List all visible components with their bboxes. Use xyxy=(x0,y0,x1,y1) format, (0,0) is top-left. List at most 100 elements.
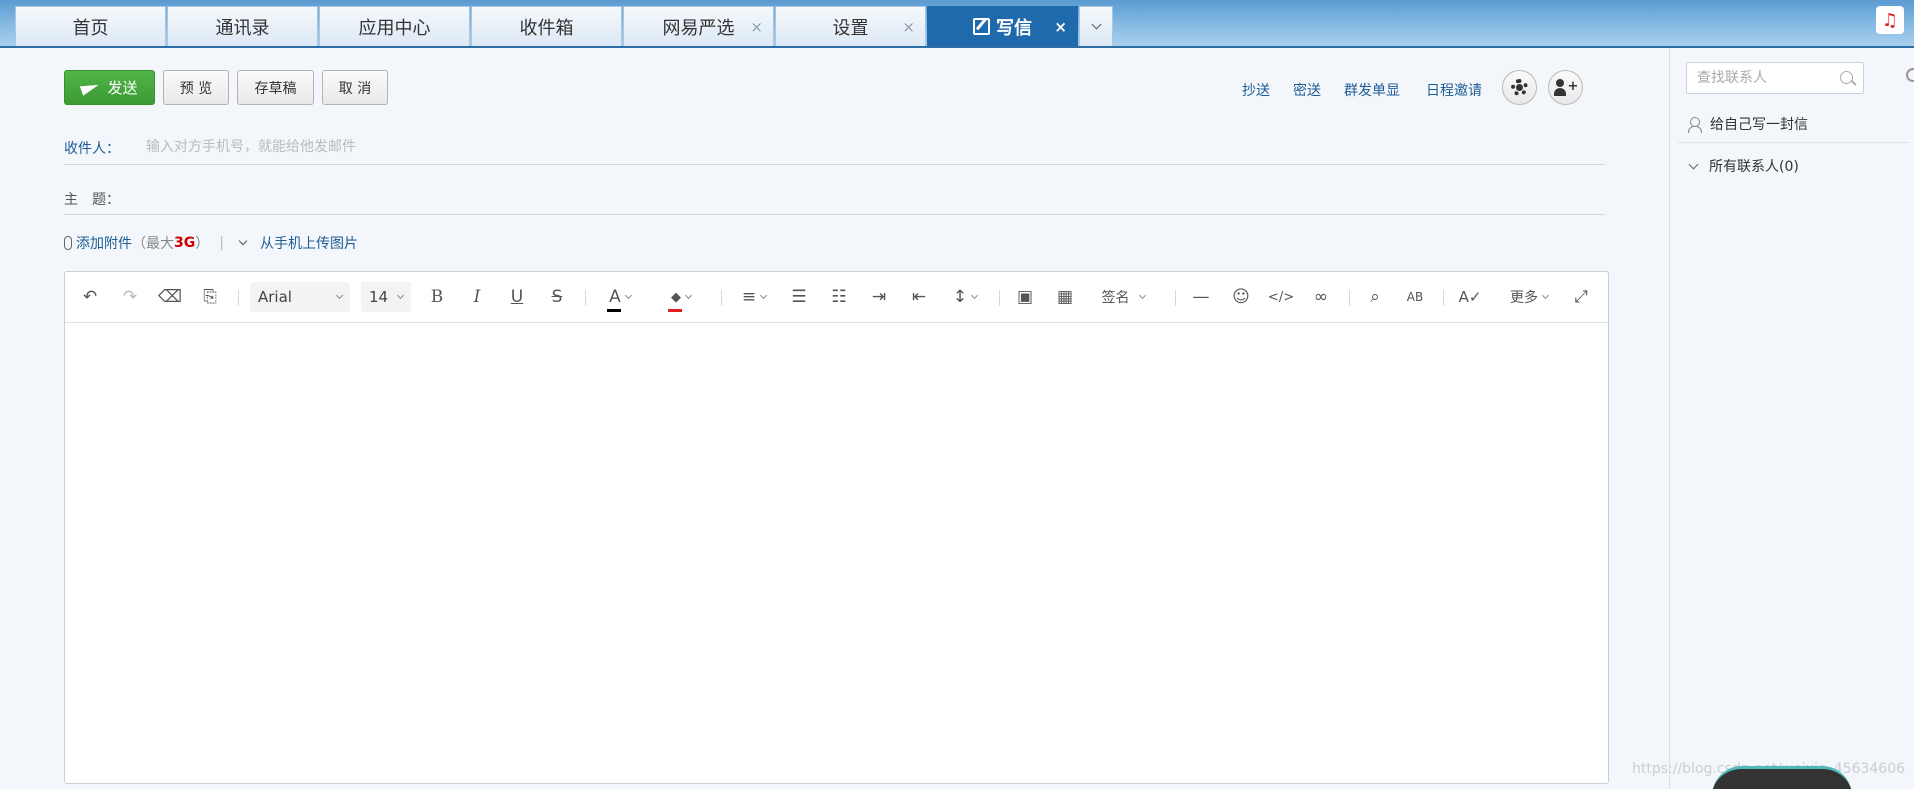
editor-body[interactable] xyxy=(65,323,1608,783)
link-icon[interactable]: ∞ xyxy=(1309,286,1333,308)
find-replace-icon[interactable]: ⌕ xyxy=(1363,286,1387,308)
cc-link[interactable]: 抄送 xyxy=(1242,80,1270,100)
tab-label: 收件箱 xyxy=(519,17,574,39)
collapse-sidebar-icon[interactable] xyxy=(1906,68,1914,82)
font-family-select[interactable]: Arial xyxy=(250,282,350,312)
horizontal-rule-icon[interactable]: — xyxy=(1189,286,1213,308)
separate-send-link[interactable]: 群发单显 xyxy=(1344,80,1400,100)
tab-settings[interactable]: 设置 × xyxy=(775,6,926,46)
tab-yanxuan[interactable]: 网易严选 × xyxy=(623,6,774,46)
signature-button[interactable]: 签名 xyxy=(1095,286,1151,308)
chevron-down-icon xyxy=(684,291,693,299)
compose-icon xyxy=(973,18,990,35)
emoji-icon[interactable]: ☺ xyxy=(1229,286,1253,308)
tab-overflow-button[interactable] xyxy=(1079,6,1113,46)
align-button[interactable]: ≡ xyxy=(735,286,773,308)
strikethrough-icon[interactable]: S xyxy=(545,286,569,308)
divider xyxy=(64,214,1605,215)
italic-icon[interactable]: I xyxy=(465,286,489,308)
toolbar-separator xyxy=(585,290,586,306)
fullscreen-icon[interactable]: ⤢ xyxy=(1569,286,1593,308)
tab-label: 通讯录 xyxy=(215,17,270,39)
person-icon xyxy=(1688,116,1702,133)
chevron-down-icon xyxy=(1688,159,1699,169)
all-contacts-group[interactable]: 所有联系人(0) xyxy=(1688,156,1799,176)
chevron-down-icon xyxy=(760,291,768,299)
font-size-select[interactable]: 14 xyxy=(361,282,411,312)
separator: | xyxy=(219,235,224,251)
chevron-down-icon xyxy=(396,291,405,300)
top-tab-bar: 首页 通讯录 应用中心 收件箱 网易严选 × 设置 × 写信 × ♫ xyxy=(0,0,1914,48)
attachment-limit-open: （最大 xyxy=(132,236,174,252)
cancel-button[interactable]: 取 消 xyxy=(322,70,388,105)
bcc-link[interactable]: 密送 xyxy=(1293,80,1321,100)
close-icon[interactable]: × xyxy=(750,18,763,36)
table-icon[interactable]: ▦ xyxy=(1053,286,1077,308)
save-draft-button[interactable]: 存草稿 xyxy=(237,70,314,105)
attachment-limit-close: ） xyxy=(195,236,210,252)
tab-contacts[interactable]: 通讯录 xyxy=(167,6,318,46)
signature-label: 签名 xyxy=(1101,290,1130,306)
image-icon[interactable]: ▣ xyxy=(1013,286,1037,308)
close-icon[interactable]: × xyxy=(902,18,915,36)
case-convert-icon[interactable]: AB xyxy=(1403,286,1427,308)
search-icon[interactable] xyxy=(1840,71,1853,84)
all-contacts-label: 所有联系人(0) xyxy=(1709,159,1799,175)
redo-icon[interactable]: ↷ xyxy=(118,286,142,308)
subject-input[interactable] xyxy=(146,184,1596,210)
add-attachment-link[interactable]: 添加附件 xyxy=(76,233,132,253)
tab-label: 网易严选 xyxy=(662,17,735,39)
line-height-icon: ↕ xyxy=(952,287,968,307)
recipient-input[interactable] xyxy=(146,134,1596,160)
toolbar-separator xyxy=(1349,290,1350,306)
indent-icon[interactable]: ⇥ xyxy=(867,286,891,308)
tab-strip: 首页 通讯录 应用中心 收件箱 网易严选 × 设置 × 写信 × xyxy=(15,6,1113,46)
numbered-list-icon[interactable]: ☷ xyxy=(827,286,851,308)
format-painter-icon[interactable]: ⎘ xyxy=(198,286,222,308)
spell-check-icon[interactable]: A✓ xyxy=(1457,286,1483,308)
preview-button[interactable]: 预 览 xyxy=(163,70,229,105)
underline-icon[interactable]: U xyxy=(505,286,529,308)
send-button[interactable]: 发送 xyxy=(64,70,155,105)
tab-home[interactable]: 首页 xyxy=(15,6,166,46)
tab-compose[interactable]: 写信 × xyxy=(927,6,1078,46)
more-button[interactable]: 更多 xyxy=(1503,286,1555,308)
music-icon[interactable]: ♫ xyxy=(1876,6,1904,34)
chevron-down-icon[interactable] xyxy=(238,236,248,246)
tab-label: 应用中心 xyxy=(358,17,431,39)
font-color-button[interactable]: A xyxy=(600,286,640,312)
toolbar-separator xyxy=(238,290,239,306)
tab-app-center[interactable]: 应用中心 xyxy=(319,6,470,46)
schedule-invite-link[interactable]: 日程邀请 xyxy=(1426,80,1482,100)
highlight-button[interactable]: ◆ xyxy=(660,286,702,312)
toolbar-separator xyxy=(721,290,722,306)
bold-icon[interactable]: B xyxy=(425,286,449,308)
divider xyxy=(1678,142,1910,143)
add-contact-button[interactable]: + xyxy=(1548,70,1583,105)
mobile-upload-link[interactable]: 从手机上传图片 xyxy=(260,233,358,253)
close-icon[interactable]: × xyxy=(1054,18,1067,36)
outdent-icon[interactable]: ⇤ xyxy=(907,286,931,308)
tab-inbox[interactable]: 收件箱 xyxy=(471,6,622,46)
line-height-button[interactable]: ↕ xyxy=(947,286,983,308)
chevron-down-icon xyxy=(1541,291,1550,299)
editor-toolbar: ↶ ↷ ⌫ ⎘ Arial 14 B I U S A ◆ ≡ ☰ ☷ ⇥ ⇤ ↕… xyxy=(65,272,1608,323)
paperclip-icon xyxy=(64,236,72,250)
more-label: 更多 xyxy=(1510,290,1538,306)
settings-button[interactable] xyxy=(1502,70,1537,105)
rich-text-editor: ↶ ↷ ⌫ ⎘ Arial 14 B I U S A ◆ ≡ ☰ ☷ ⇥ ⇤ ↕… xyxy=(64,271,1609,784)
add-person-icon: + xyxy=(1553,78,1578,97)
tab-label: 设置 xyxy=(832,17,869,39)
write-to-self-link[interactable]: 给自己写一封信 xyxy=(1688,114,1808,134)
divider xyxy=(64,164,1605,165)
floating-widget[interactable] xyxy=(1712,766,1852,789)
chevron-down-icon xyxy=(335,291,344,300)
code-icon[interactable]: </> xyxy=(1268,286,1294,308)
attachment-row: 添加附件 （最大 3G ） | 从手机上传图片 xyxy=(64,233,358,253)
undo-icon[interactable]: ↶ xyxy=(78,286,102,308)
contact-search-input[interactable] xyxy=(1687,63,1837,93)
align-left-icon: ≡ xyxy=(741,287,757,307)
bullet-list-icon[interactable]: ☰ xyxy=(787,286,811,308)
attachment-limit-value: 3G xyxy=(174,235,196,251)
eraser-icon[interactable]: ⌫ xyxy=(158,286,182,308)
